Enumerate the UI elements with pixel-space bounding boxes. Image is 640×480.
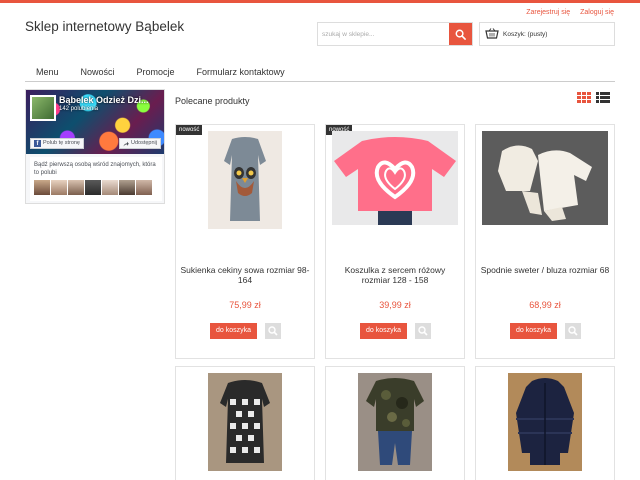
share-arrow-icon [123, 141, 129, 146]
add-to-cart-button[interactable]: do koszyka [360, 323, 408, 339]
quick-view-button[interactable] [565, 323, 581, 339]
new-badge: nowość [176, 125, 203, 135]
featured-products-title: Polecane produkty [175, 96, 250, 106]
add-to-cart-button[interactable]: do koszyka [210, 323, 258, 339]
facebook-page-widget: Bąbelek Odzież Dzi... 142 polubienia f P… [25, 89, 165, 204]
nav-item-promotions[interactable]: Promocje [126, 62, 186, 81]
quick-view-button[interactable] [415, 323, 431, 339]
facebook-share-label: Udostępnij [131, 140, 157, 146]
facebook-like-button[interactable]: f Polub tę stronę [30, 138, 84, 149]
product-price: 75,99 zł [229, 300, 261, 310]
main-nav: Menu Nowości Promocje Formularz kontakto… [25, 62, 615, 82]
facebook-logo-icon: f [34, 140, 41, 147]
magnifier-icon [418, 326, 428, 336]
nav-item-contact-form[interactable]: Formularz kontaktowy [186, 62, 296, 81]
register-link[interactable]: Zarejestruj się [526, 9, 570, 16]
product-name[interactable]: Sukienka cekiny sowa rozmiar 98- 164 [180, 265, 310, 285]
product-name[interactable]: Koszulka z sercem różowy rozmiar 128 - 1… [330, 265, 460, 285]
magnifier-icon [568, 326, 578, 336]
login-link[interactable]: Zaloguj się [580, 9, 614, 16]
friend-avatar[interactable] [102, 180, 118, 195]
view-toggle [577, 92, 610, 103]
product-card [475, 366, 615, 480]
product-image-sweater-set[interactable] [482, 131, 608, 225]
friend-avatar[interactable] [51, 180, 67, 195]
facebook-share-button[interactable]: Udostępnij [119, 138, 161, 149]
facebook-friends-text: Bądź pierwszą osobą wśród znajomych, któ… [34, 162, 156, 176]
nav-item-new[interactable]: Nowości [70, 62, 126, 81]
product-price: 39,99 zł [379, 300, 411, 310]
search-box [317, 22, 473, 46]
product-card [175, 366, 315, 480]
list-view-icon[interactable] [596, 92, 610, 103]
product-image-plaid-shirt[interactable] [208, 373, 282, 471]
cart-label: Koszyk: (pusty) [503, 30, 548, 38]
friend-avatar[interactable] [119, 180, 135, 195]
search-button[interactable] [449, 23, 472, 45]
magnifier-icon [268, 326, 278, 336]
friend-avatar[interactable] [85, 180, 101, 195]
facebook-like-label: Polub tę stronę [43, 140, 80, 146]
product-card: nowość Sukienka cekiny sowa rozmiar 98- … [175, 124, 315, 359]
product-card: nowość Koszulka z sercem różowy rozmiar … [325, 124, 465, 359]
shop-title[interactable]: Sklep internetowy Bąbelek [25, 19, 184, 34]
facebook-friend-faces [34, 180, 158, 195]
search-icon [455, 29, 466, 40]
facebook-cover-image[interactable]: Bąbelek Odzież Dzi... 142 polubienia f P… [26, 90, 164, 154]
product-image-navy-jacket[interactable] [508, 373, 582, 471]
facebook-page-name[interactable]: Bąbelek Odzież Dzi... [59, 95, 149, 105]
cart-button[interactable]: Koszyk: (pusty) [479, 22, 615, 46]
product-price: 68,99 zł [529, 300, 561, 310]
friend-avatar[interactable] [136, 180, 152, 195]
product-name[interactable]: Spodnie sweter / bluza rozmiar 68 [480, 265, 610, 275]
facebook-page-avatar[interactable] [30, 95, 56, 121]
product-image-heart-shirt[interactable] [332, 131, 458, 225]
friend-avatar[interactable] [68, 180, 84, 195]
quick-view-button[interactable] [265, 323, 281, 339]
facebook-friends-section: Bądź pierwszą osobą wśród znajomych, któ… [30, 157, 162, 201]
product-image-camo-set[interactable] [358, 373, 432, 471]
product-image-owl-dress[interactable] [208, 131, 282, 229]
product-card [325, 366, 465, 480]
add-to-cart-button[interactable]: do koszyka [510, 323, 558, 339]
nav-item-menu[interactable]: Menu [25, 62, 70, 81]
facebook-likes-count: 142 polubienia [59, 106, 99, 112]
account-links: Zarejestruj się Zaloguj się [518, 9, 614, 16]
friend-avatar[interactable] [34, 180, 50, 195]
product-card: Spodnie sweter / bluza rozmiar 68 68,99 … [475, 124, 615, 359]
search-input[interactable] [318, 23, 449, 45]
basket-icon [485, 28, 499, 40]
top-accent-bar [0, 0, 640, 3]
grid-view-icon[interactable] [577, 92, 591, 103]
